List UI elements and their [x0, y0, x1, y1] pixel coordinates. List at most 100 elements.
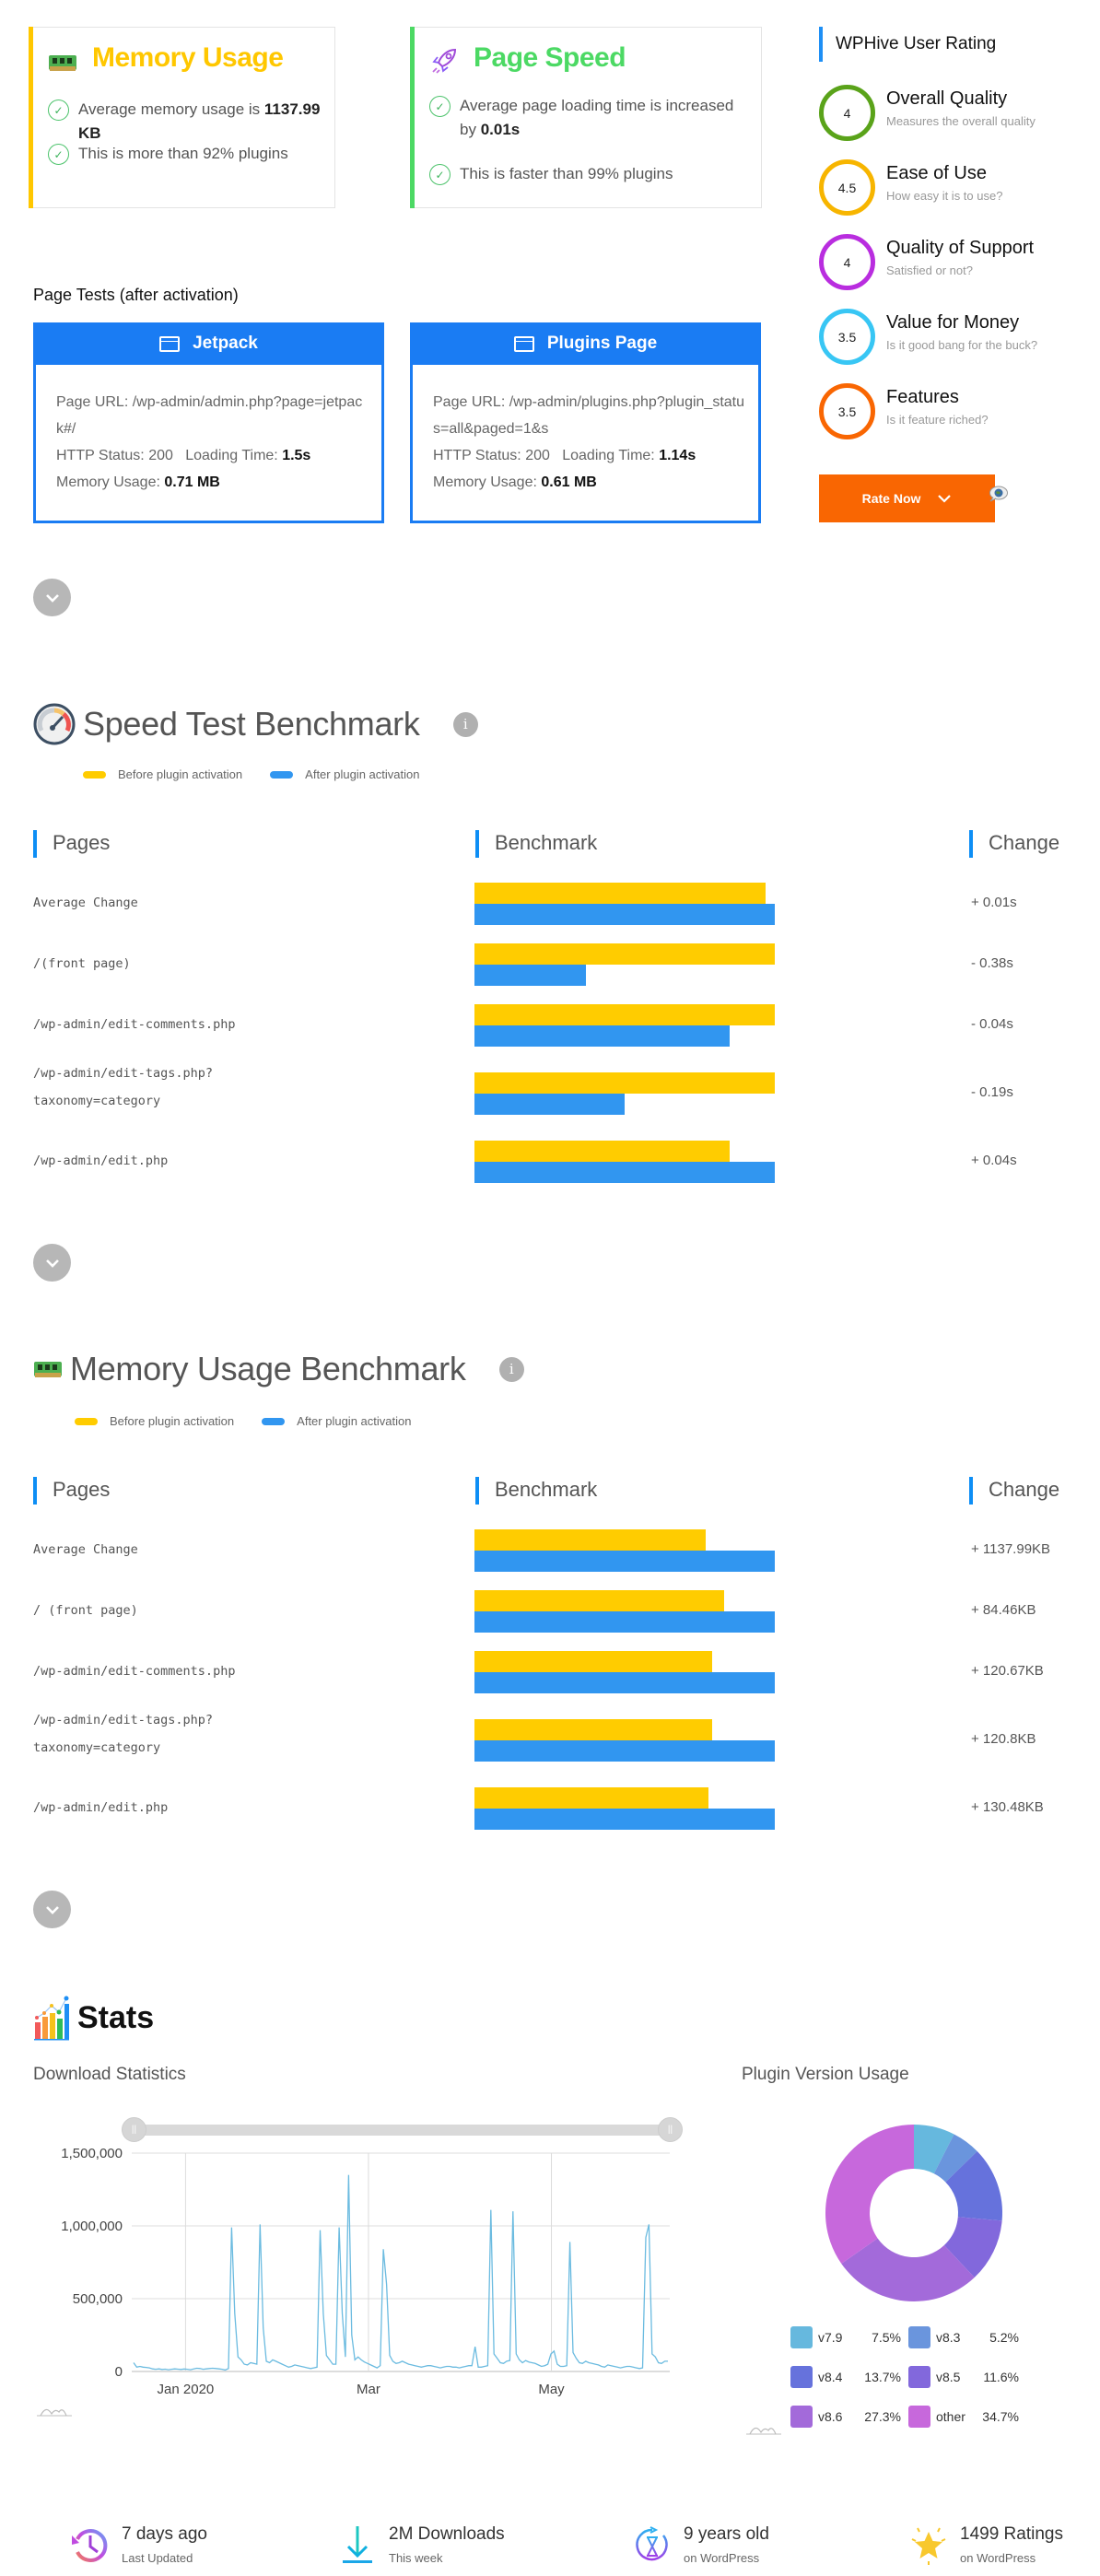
benchmark-change-value: + 130.48KB	[971, 1799, 1044, 1815]
download-statistics-chart: 0 500,000 1,000,000 1,500,000 Jan 2020 Mar May	[61, 2146, 670, 2397]
download-statistics-title: Download Statistics	[33, 2065, 186, 2084]
check-circle-icon: ✓	[429, 164, 451, 185]
legend-item: v8.4 13.7%	[790, 2366, 901, 2388]
y-tick-label: 500,000	[73, 2291, 123, 2307]
rating-score-ring: 4.5	[819, 159, 875, 216]
rating-description: Is it good bang for the buck?	[886, 338, 1038, 352]
legend-value: 27.3%	[864, 2409, 901, 2424]
benchmark-change-value: + 120.67KB	[971, 1663, 1044, 1679]
bar-before-activation	[474, 883, 766, 904]
rocket-icon	[432, 48, 457, 74]
benchmark-change-value: + 120.8KB	[971, 1731, 1036, 1747]
page-test-card-plugins: Plugins Page Page URL: /wp-admin/plugins…	[410, 322, 761, 523]
benchmark-change-value: + 1137.99KB	[971, 1541, 1051, 1557]
benchmark-legend: Before plugin activation After plugin act…	[83, 767, 419, 781]
expand-benchmark-button[interactable]	[33, 1891, 71, 1928]
check-circle-icon: ✓	[48, 100, 69, 121]
legend-value: 7.5%	[872, 2330, 901, 2345]
benchmark-page-label: /wp-admin/edit.php	[33, 1800, 169, 1815]
memory-usage: 0.61 MB	[541, 474, 597, 490]
legend-swatch-before	[83, 770, 106, 779]
rating-name: Ease of Use	[886, 163, 987, 183]
stats-title: Stats	[33, 1995, 154, 2041]
bar-after-activation	[474, 1672, 775, 1693]
legend-label: v8.6	[818, 2409, 843, 2424]
legend-swatch	[790, 2366, 813, 2388]
rating-item: 4.5 Ease of Use How easy it is to use?	[819, 159, 1095, 218]
info-icon[interactable]: i	[498, 1356, 524, 1382]
browser-www-icon	[513, 335, 534, 352]
legend-swatch	[908, 2406, 930, 2428]
rating-description: Measures the overall quality	[886, 114, 1036, 128]
chart-mini-logo-icon	[37, 2408, 72, 2417]
chevron-down-icon	[45, 1905, 59, 1914]
benchmark-change-value: - 0.38s	[971, 955, 1013, 971]
bar-after-activation	[474, 1025, 730, 1047]
info-icon[interactable]: i	[452, 711, 478, 737]
check-circle-icon: ✓	[48, 144, 69, 165]
legend-swatch	[908, 2366, 930, 2388]
bar-before-activation	[474, 1004, 775, 1025]
ram-icon	[34, 1362, 62, 1377]
legend-swatch	[908, 2326, 930, 2348]
expand-page-tests-button[interactable]	[33, 579, 71, 616]
column-header-pages: Pages	[33, 1477, 110, 1505]
rating-score-ring: 4	[819, 234, 875, 290]
speech-globe-icon[interactable]	[988, 486, 1008, 502]
page-test-card-jetpack: Jetpack Page URL: /wp-admin/admin.php?pa…	[33, 322, 384, 523]
legend-swatch	[790, 2326, 813, 2348]
legend-swatch-after	[270, 770, 294, 779]
legend-value: 5.2%	[989, 2330, 1019, 2345]
bar-after-activation	[474, 1094, 625, 1115]
column-header-change: Change	[969, 1477, 1059, 1505]
benchmark-page-label: Average Change	[33, 1542, 138, 1557]
legend-item: v8.5 11.6%	[908, 2366, 1019, 2388]
check-circle-icon: ✓	[429, 96, 451, 117]
clock-history-icon	[72, 2529, 108, 2562]
downloads-series-line	[133, 2174, 668, 2371]
page-test-header: Jetpack	[33, 322, 384, 365]
star-icon	[911, 2527, 946, 2565]
chevron-down-icon	[45, 593, 59, 603]
column-header-benchmark: Benchmark	[475, 830, 597, 858]
rating-description: How easy it is to use?	[886, 189, 1003, 203]
legend-item: v8.6 27.3%	[790, 2406, 901, 2428]
benchmark-page-label: /wp-admin/edit.php	[33, 1153, 169, 1168]
legend-label: other	[936, 2409, 965, 2424]
benchmark-change-value: - 0.04s	[971, 1016, 1013, 1032]
legend-value: 34.7%	[982, 2409, 1019, 2424]
chevron-down-icon	[938, 495, 952, 503]
legend-swatch-after	[262, 1417, 286, 1425]
column-header-benchmark: Benchmark	[475, 1477, 597, 1505]
bar-before-activation	[474, 943, 775, 965]
benchmark-page-label: /(front page)	[33, 956, 131, 971]
bar-after-activation	[474, 1162, 775, 1183]
http-status: 200	[525, 448, 550, 463]
rating-name: Features	[886, 387, 959, 407]
rating-name: Value for Money	[886, 312, 1020, 333]
rating-item: 4 Quality of Support Satisfied or not?	[819, 234, 1095, 293]
bar-after-activation	[474, 1809, 775, 1830]
legend-swatch	[790, 2406, 813, 2428]
legend-value: 11.6%	[983, 2370, 1019, 2384]
x-tick-label: Mar	[357, 2382, 380, 2397]
loading-time: 1.14s	[659, 448, 696, 463]
benchmark-page-label: /wp-admin/edit-comments.php	[33, 1664, 236, 1679]
donut-slice-other[interactable]	[825, 2125, 914, 2264]
bar-after-activation	[474, 904, 775, 925]
rating-description: Satisfied or not?	[886, 263, 973, 277]
plugin-version-usage-title: Plugin Version Usage	[742, 2065, 909, 2084]
expand-benchmark-button[interactable]	[33, 1244, 71, 1282]
rating-item: 3.5 Features Is it feature riched?	[819, 383, 1095, 442]
legend-item: v7.9 7.5%	[790, 2326, 901, 2348]
rate-now-button[interactable]: Rate Now	[819, 474, 995, 522]
legend-label: v8.4	[818, 2370, 843, 2384]
benchmark-page-label: /wp-admin/edit-tags.php? taxonomy=categor…	[33, 1066, 214, 1108]
hourglass-icon	[636, 2526, 668, 2561]
benchmark-change-value: + 0.01s	[971, 895, 1017, 910]
legend-value: 13.7%	[864, 2370, 901, 2384]
rating-item: 3.5 Value for Money Is it good bang for th…	[819, 309, 1095, 368]
chart-mini-logo-icon	[746, 2427, 781, 2435]
card-accent	[29, 27, 33, 208]
rating-score-ring: 3.5	[819, 383, 875, 439]
